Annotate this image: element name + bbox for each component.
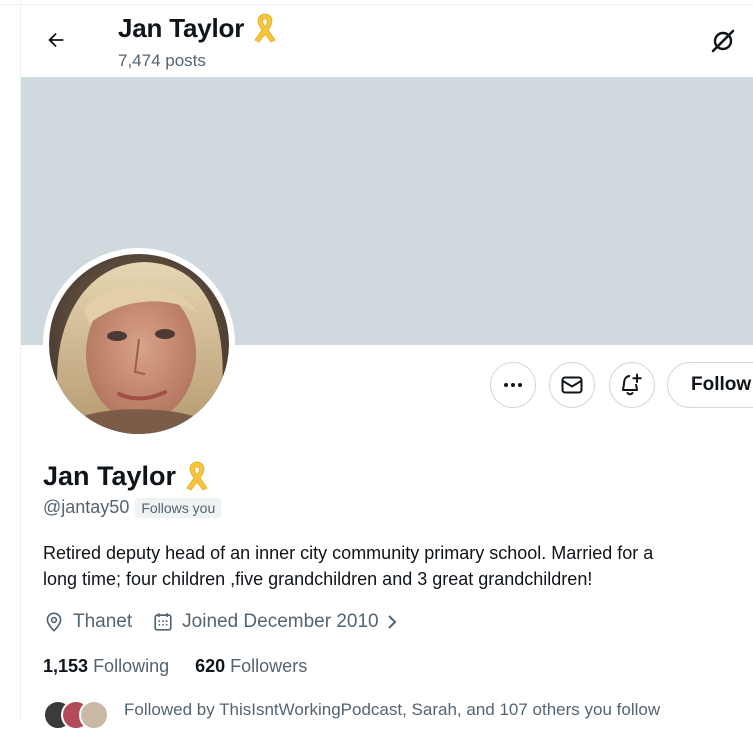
notify-button[interactable]: [609, 362, 655, 408]
profile-bio: Retired deputy head of an inner city com…: [43, 540, 753, 592]
back-arrow-icon: [48, 32, 64, 48]
profile-meta: Thanet Joined December 2010: [43, 611, 401, 633]
grok-button[interactable]: [704, 22, 742, 60]
grok-icon: [711, 29, 735, 53]
followers-label: Followers: [230, 656, 308, 676]
calendar-icon: [154, 613, 172, 631]
ribbon-icon: [254, 13, 276, 43]
bell-plus-icon: [622, 373, 642, 396]
location-text: Thanet: [73, 611, 133, 632]
chevron-right-icon: [387, 615, 397, 629]
header-title: Jan Taylor: [118, 12, 245, 43]
bio-line: long time; four children ,five grandchil…: [43, 569, 593, 589]
handle-row: @jantay50 Follows you: [43, 497, 222, 518]
followers-count: 620: [195, 656, 226, 676]
more-button[interactable]: [490, 362, 536, 408]
following-link[interactable]: 1,153 Following: [43, 656, 169, 677]
joined-date[interactable]: Joined December 2010: [152, 611, 400, 633]
follow-button[interactable]: Follow: [667, 362, 753, 408]
header-title-row: Jan Taylor: [118, 12, 278, 44]
follows-you-badge: Follows you: [135, 497, 222, 518]
profile-handle: @jantay50: [43, 497, 130, 517]
location: Thanet: [43, 611, 132, 633]
profile-name: Jan Taylor: [43, 460, 177, 491]
joined-text: Joined December 2010: [182, 611, 379, 632]
location-icon: [46, 612, 62, 632]
follow-stats: 1,153 Following 620 Followers: [43, 656, 307, 677]
avatar-photo: [49, 254, 229, 434]
top-divider: [0, 4, 753, 5]
header-post-count: 7,474 posts: [118, 51, 206, 70]
message-button[interactable]: [549, 362, 595, 408]
mutual-avatar: [79, 700, 109, 730]
following-label: Following: [93, 656, 170, 676]
bio-line: Retired deputy head of an inner city com…: [43, 543, 654, 563]
mail-icon: [561, 376, 583, 394]
ribbon-icon: [186, 461, 208, 491]
followed-by-text: Followed by ThisIsntWorkingPodcast, Sara…: [124, 700, 661, 719]
following-count: 1,153: [43, 656, 89, 676]
back-button[interactable]: [38, 22, 74, 58]
more-icon: [504, 383, 522, 387]
profile-avatar[interactable]: [43, 248, 235, 440]
followers-link[interactable]: 620 Followers: [195, 656, 307, 677]
profile-name-row: Jan Taylor: [43, 460, 210, 492]
